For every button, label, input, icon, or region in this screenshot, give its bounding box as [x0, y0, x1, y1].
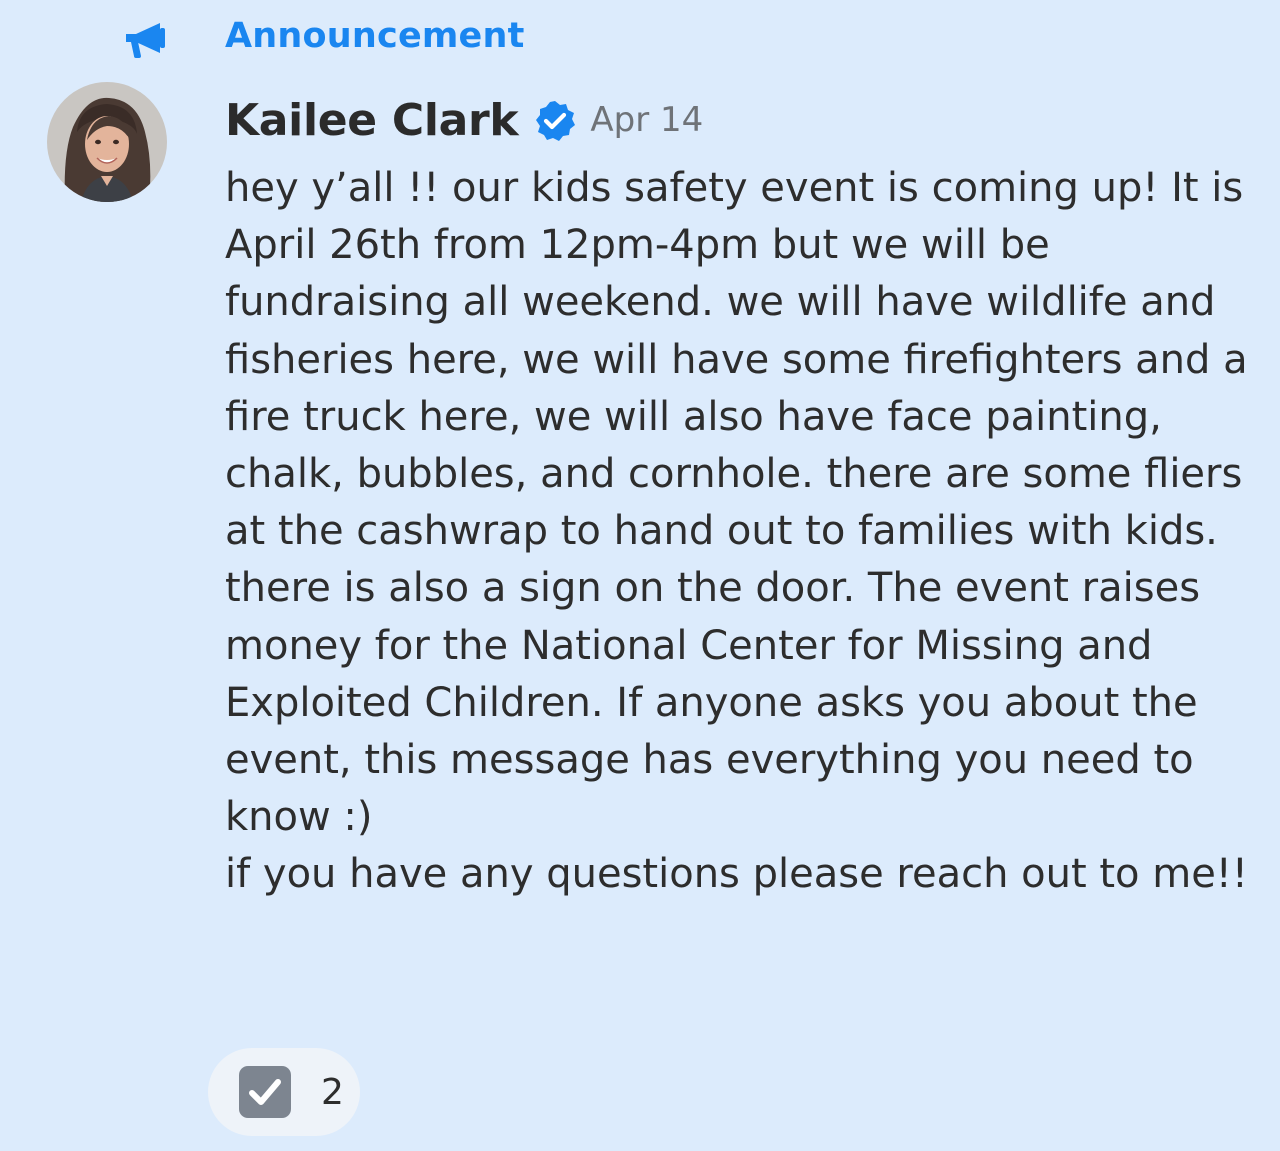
avatar-image — [47, 82, 167, 202]
post-date: Apr 14 — [590, 100, 704, 140]
avatar[interactable] — [47, 82, 167, 202]
check-box-icon — [239, 1066, 291, 1118]
verified-badge-icon — [536, 101, 576, 141]
reaction-count: 2 — [321, 1071, 344, 1113]
message-body: hey y’all !! our kids safety event is co… — [225, 165, 1248, 898]
announcement-label: Announcement — [225, 16, 525, 56]
author-name[interactable]: Kailee Clark — [225, 95, 519, 146]
announcement-post: Announcement Kailee Clark Apr 14 hey y’a… — [0, 0, 1280, 1151]
reaction-pill[interactable]: 2 — [208, 1048, 360, 1136]
post-header: Kailee Clark Apr 14 — [225, 92, 703, 148]
announcement-header: Announcement — [0, 0, 1280, 76]
megaphone-icon — [126, 23, 165, 58]
